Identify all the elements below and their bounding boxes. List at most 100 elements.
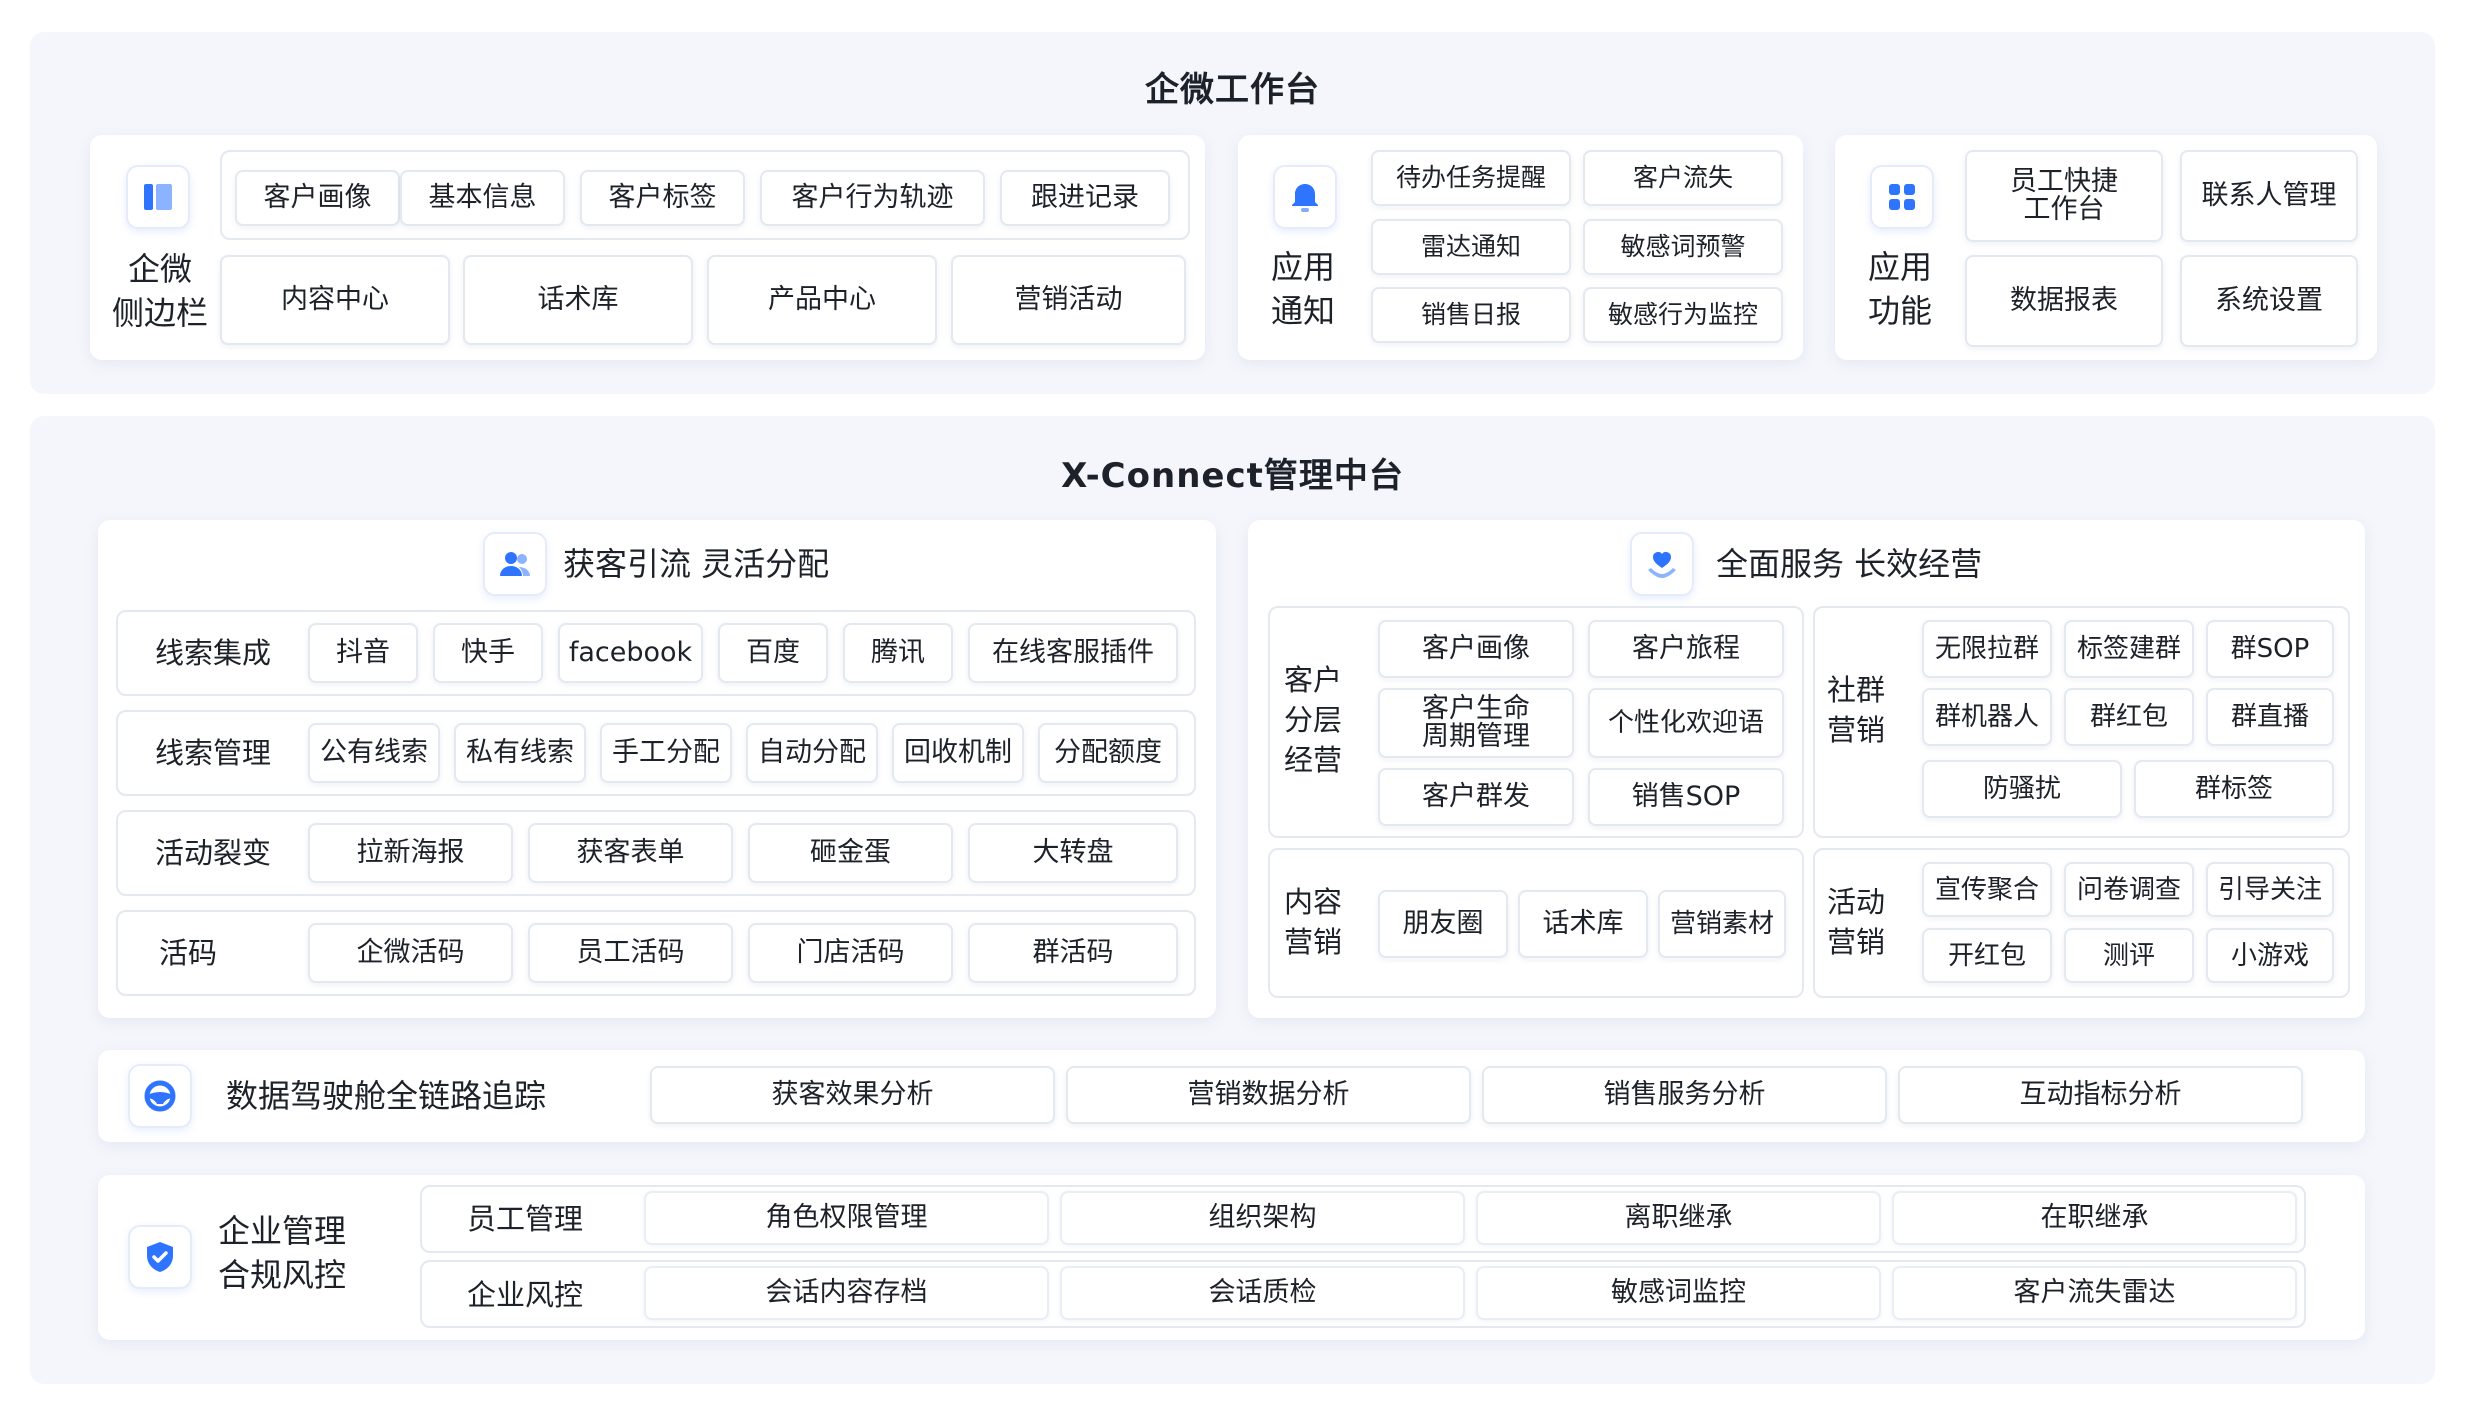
lead-source-chip[interactable]: 百度 <box>718 623 828 683</box>
customer-layer-chip[interactable]: 客户画像 <box>1378 620 1574 678</box>
sidebar-chip[interactable]: 客户标签 <box>580 170 745 226</box>
sidebar-chip[interactable]: 客户行为轨迹 <box>760 170 985 226</box>
fission-chip[interactable]: 大转盘 <box>968 823 1178 883</box>
customer-layer-chip[interactable]: 客户旅程 <box>1588 620 1784 678</box>
notify-chip[interactable]: 销售日报 <box>1371 287 1571 343</box>
sidebar-chip[interactable]: 内容中心 <box>220 255 450 345</box>
service-card: 全面服务 长效经营 客户 分层 经营 客户画像 客户旅程 客户生命 周期管理 个… <box>1248 520 2365 1018</box>
community-chip[interactable]: 群机器人 <box>1922 688 2052 746</box>
sidebar-chip[interactable]: 基本信息 <box>400 170 565 226</box>
fission-chip[interactable]: 获客表单 <box>528 823 733 883</box>
lead-mgmt-chip[interactable]: 手工分配 <box>600 723 732 783</box>
live-code-chip[interactable]: 企微活码 <box>308 923 513 983</box>
notify-chip[interactable]: 敏感词预警 <box>1583 219 1783 275</box>
lead-source-chip[interactable]: 腾讯 <box>843 623 953 683</box>
activity-chip[interactable]: 问卷调查 <box>2064 862 2194 917</box>
analysis-chip[interactable]: 互动指标分析 <box>1898 1066 2303 1124</box>
community-chip[interactable]: 群红包 <box>2064 688 2194 746</box>
sidebar-card: 企微 侧边栏 客户画像 基本信息 客户标签 客户行为轨迹 跟进记录 内容中心 话… <box>90 135 1205 360</box>
sidebar-label: 企微 侧边栏 <box>111 250 208 332</box>
sidebar-chip[interactable]: 话术库 <box>463 255 693 345</box>
staff-mgmt-chip[interactable]: 角色权限管理 <box>644 1191 1049 1245</box>
analysis-chip[interactable]: 销售服务分析 <box>1482 1066 1887 1124</box>
sidebar-chip[interactable]: 跟进记录 <box>1000 170 1170 226</box>
activity-chip[interactable]: 宣传聚合 <box>1922 862 2052 917</box>
community-chip[interactable]: 群SOP <box>2206 620 2334 678</box>
content-chip[interactable]: 营销素材 <box>1658 890 1786 958</box>
steering-wheel-icon <box>128 1064 192 1128</box>
content-chip[interactable]: 话术库 <box>1518 890 1648 958</box>
content-chip[interactable]: 朋友圈 <box>1378 890 1508 958</box>
live-code-chip[interactable]: 群活码 <box>968 923 1178 983</box>
activity-fission-label: 活动裂变 <box>154 836 271 870</box>
risk-control-chip[interactable]: 会话内容存档 <box>644 1266 1049 1320</box>
content-label: 内容 营销 <box>1283 885 1342 959</box>
fission-chip[interactable]: 拉新海报 <box>308 823 513 883</box>
customer-layer-chip[interactable]: 客户生命 周期管理 <box>1378 688 1574 758</box>
notify-card: 应用 通知 待办任务提醒 客户流失 雷达通知 敏感词预警 销售日报 敏感行为监控 <box>1238 135 1803 360</box>
customer-layer-chip[interactable]: 销售SOP <box>1588 768 1784 826</box>
activity-chip[interactable]: 小游戏 <box>2206 928 2334 983</box>
staff-mgmt-chip[interactable]: 在职继承 <box>1892 1191 2297 1245</box>
community-chip[interactable]: 防骚扰 <box>1922 760 2122 818</box>
analysis-chip[interactable]: 获客效果分析 <box>650 1066 1055 1124</box>
staff-mgmt-chip[interactable]: 组织架构 <box>1060 1191 1465 1245</box>
analysis-chip[interactable]: 营销数据分析 <box>1066 1066 1471 1124</box>
lead-mgmt-chip[interactable]: 分配额度 <box>1038 723 1178 783</box>
community-chip[interactable]: 群直播 <box>2206 688 2334 746</box>
community-chip[interactable]: 无限拉群 <box>1922 620 2052 678</box>
live-code-chip[interactable]: 员工活码 <box>528 923 733 983</box>
live-code-label: 活码 <box>158 936 217 970</box>
lead-source-chip[interactable]: 在线客服插件 <box>968 623 1178 683</box>
sidebar-chip[interactable]: 营销活动 <box>951 255 1186 345</box>
bell-icon <box>1273 165 1337 229</box>
activity-chip[interactable]: 引导关注 <box>2206 862 2334 917</box>
grid-icon <box>1870 165 1934 229</box>
service-title: 全面服务 长效经营 <box>1716 545 1983 583</box>
activity-chip[interactable]: 开红包 <box>1922 928 2052 983</box>
lead-source-chip[interactable]: facebook <box>558 623 703 683</box>
lead-source-chip[interactable]: 抖音 <box>308 623 418 683</box>
lead-mgmt-chip[interactable]: 自动分配 <box>746 723 878 783</box>
sidebar-chip[interactable]: 客户画像 <box>235 170 400 226</box>
lead-integration-label: 线索集成 <box>154 636 271 670</box>
workbench-title: 企微工作台 <box>1145 70 1320 110</box>
live-code-chip[interactable]: 门店活码 <box>748 923 953 983</box>
lead-source-chip[interactable]: 快手 <box>433 623 543 683</box>
function-chip[interactable]: 系统设置 <box>2180 255 2358 347</box>
sidebar-chip[interactable]: 产品中心 <box>707 255 937 345</box>
risk-control-chip[interactable]: 客户流失雷达 <box>1892 1266 2297 1320</box>
activity-label: 活动 营销 <box>1826 885 1885 959</box>
lead-mgmt-chip[interactable]: 私有线索 <box>454 723 586 783</box>
acquisition-card: 获客引流 灵活分配 线索集成 抖音 快手 facebook 百度 腾讯 在线客服… <box>98 520 1216 1018</box>
sidebar-icon <box>126 165 190 229</box>
xconnect-title: X-Connect管理中台 <box>1061 456 1404 496</box>
heart-hand-icon <box>1630 532 1694 596</box>
shield-check-icon <box>128 1225 192 1289</box>
fission-chip[interactable]: 砸金蛋 <box>748 823 953 883</box>
data-cockpit-card: 数据驾驶舱全链路追踪 获客效果分析 营销数据分析 销售服务分析 互动指标分析 <box>98 1050 2365 1142</box>
function-chip[interactable]: 数据报表 <box>1965 255 2163 347</box>
risk-control-chip[interactable]: 会话质检 <box>1060 1266 1465 1320</box>
customer-layer-chip[interactable]: 个性化欢迎语 <box>1588 688 1784 758</box>
notify-chip[interactable]: 敏感行为监控 <box>1583 287 1783 343</box>
community-label: 社群 营销 <box>1826 673 1885 747</box>
function-chip[interactable]: 员工快捷 工作台 <box>1965 150 2163 242</box>
notify-chip[interactable]: 客户流失 <box>1583 150 1783 206</box>
notify-label: 应用 通知 <box>1270 248 1335 330</box>
community-chip[interactable]: 群标签 <box>2134 760 2334 818</box>
notify-chip[interactable]: 雷达通知 <box>1371 219 1571 275</box>
data-cockpit-title: 数据驾驶舱全链路追踪 <box>226 1077 547 1115</box>
customer-layer-chip[interactable]: 客户群发 <box>1378 768 1574 826</box>
risk-control-chip[interactable]: 敏感词监控 <box>1476 1266 1881 1320</box>
staff-mgmt-chip[interactable]: 离职继承 <box>1476 1191 1881 1245</box>
lead-mgmt-chip[interactable]: 公有线索 <box>308 723 440 783</box>
risk-control-label: 企业风控 <box>466 1278 583 1312</box>
community-chip[interactable]: 标签建群 <box>2064 620 2194 678</box>
notify-chip[interactable]: 待办任务提醒 <box>1371 150 1571 206</box>
function-chip[interactable]: 联系人管理 <box>2180 150 2358 242</box>
users-icon <box>483 532 547 596</box>
function-card: 应用 功能 员工快捷 工作台 联系人管理 数据报表 系统设置 <box>1835 135 2377 360</box>
lead-mgmt-chip[interactable]: 回收机制 <box>892 723 1024 783</box>
activity-chip[interactable]: 测评 <box>2064 928 2194 983</box>
